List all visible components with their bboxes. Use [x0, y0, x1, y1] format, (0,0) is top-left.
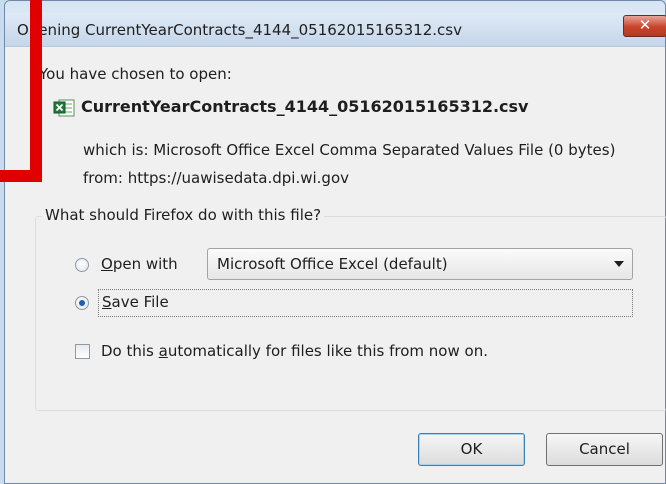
close-button[interactable]: ✕	[623, 15, 666, 37]
application-select[interactable]: Microsoft Office Excel (default)	[207, 248, 633, 280]
file-name: CurrentYearContracts_4144_05162015165312…	[81, 97, 529, 116]
dialog-title: Opening CurrentYearContracts_4144_051620…	[17, 21, 462, 39]
file-type-value: Microsoft Office Excel Comma Separated V…	[153, 141, 616, 159]
which-is-label: which is:	[83, 141, 149, 159]
chevron-down-icon	[614, 261, 624, 267]
source-url: https://uawisedata.dpi.wi.gov	[127, 169, 350, 187]
open-with-radio[interactable]	[75, 258, 89, 272]
close-icon: ✕	[638, 16, 652, 34]
title-bar[interactable]: Opening CurrentYearContracts_4144_051620…	[5, 13, 666, 47]
open-with-label-rest: pen with	[112, 255, 178, 273]
source-row: from: https://uawisedata.dpi.wi.gov	[83, 169, 349, 187]
download-dialog: Opening CurrentYearContracts_4144_051620…	[4, 0, 666, 484]
auto-action-label[interactable]: Do this automatically for files like thi…	[101, 342, 488, 360]
action-group-legend: What should Firefox do with this file?	[42, 206, 325, 224]
open-with-label[interactable]: Open with	[101, 255, 178, 273]
file-type-row: which is: Microsoft Office Excel Comma S…	[83, 141, 666, 159]
auto-action-checkbox[interactable]	[75, 344, 90, 359]
save-file-radio[interactable]	[75, 296, 89, 310]
auto-action-label-pre: Do this	[101, 342, 159, 360]
auto-action-label-post: utomatically for files like this from no…	[167, 342, 488, 360]
red-highlight-horizontal	[0, 170, 42, 182]
save-file-label-rest: ave File	[111, 293, 169, 311]
intro-text: You have chosen to open:	[39, 65, 232, 83]
save-file-focus-ring	[98, 289, 633, 317]
excel-csv-icon	[53, 99, 75, 117]
save-file-accesskey: S	[102, 293, 112, 311]
cancel-button[interactable]: Cancel	[546, 433, 663, 466]
window-frame-top	[5, 1, 665, 13]
from-label: from:	[83, 169, 123, 187]
save-file-label[interactable]: Save File	[102, 293, 169, 311]
open-with-accesskey: O	[101, 255, 113, 273]
ok-button[interactable]: OK	[418, 433, 525, 466]
auto-action-accesskey: a	[158, 342, 168, 360]
red-highlight-vertical	[30, 0, 42, 182]
application-select-value: Microsoft Office Excel (default)	[217, 255, 448, 273]
